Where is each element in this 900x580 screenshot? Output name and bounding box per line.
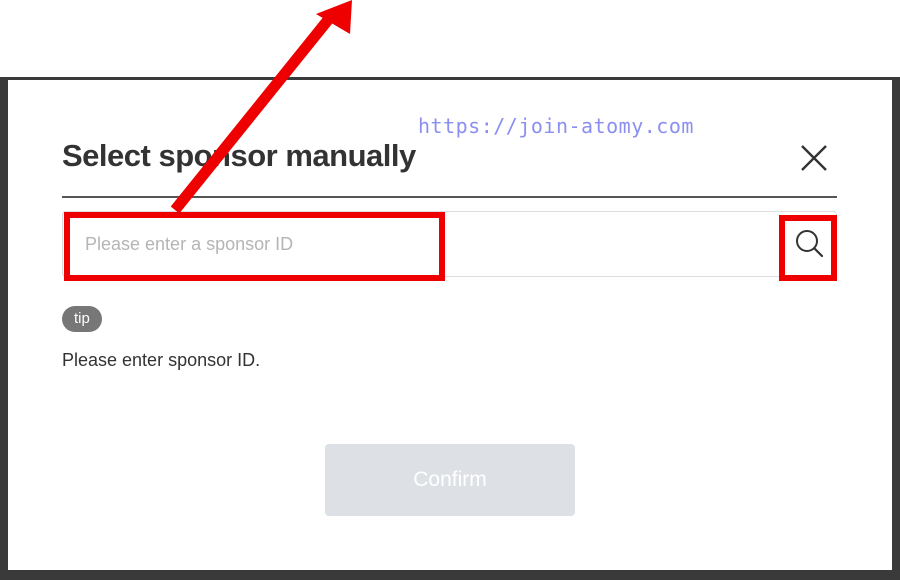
search-icon <box>796 230 824 258</box>
sponsor-select-dialog: Select sponsor manually tip Please enter… <box>8 80 892 570</box>
title-divider <box>62 196 837 198</box>
tip-text: Please enter sponsor ID. <box>62 350 261 370</box>
sponsor-search-box <box>62 211 837 277</box>
tip-badge: tip <box>62 306 102 332</box>
dialog-title: Select sponsor manually <box>62 138 416 173</box>
watermark-url: https://join-atomy.com <box>418 114 694 138</box>
close-icon <box>801 145 827 171</box>
search-button[interactable] <box>788 222 832 266</box>
sponsor-id-input[interactable] <box>73 222 753 266</box>
close-button[interactable] <box>794 138 834 178</box>
confirm-button[interactable]: Confirm <box>325 444 575 516</box>
